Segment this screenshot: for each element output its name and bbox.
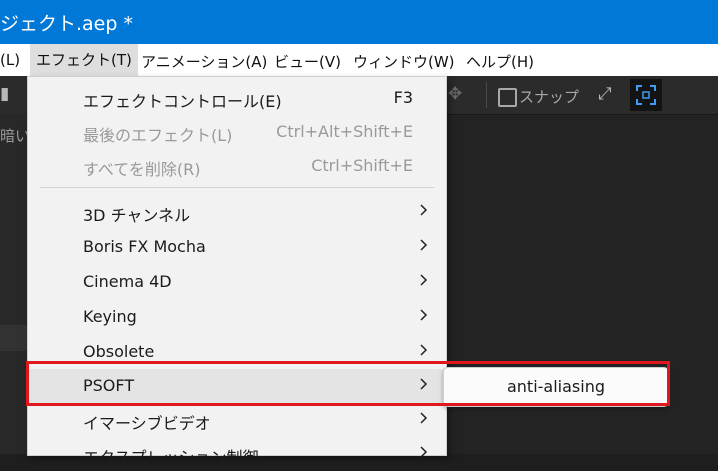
left-panel-text: 暗い bbox=[0, 127, 31, 145]
menu-item-label: Keying bbox=[83, 307, 137, 326]
chevron-right-icon bbox=[420, 309, 428, 321]
menu-item-label: すべてを削除(R) bbox=[83, 160, 201, 179]
menu-item-remove-all: すべてを削除(R) Ctrl+Shift+E bbox=[28, 149, 446, 183]
menu-window[interactable]: ウィンドウ(W) bbox=[353, 51, 455, 72]
window-title: ジェクト.aep * bbox=[0, 13, 133, 35]
menu-item-cinema-4d[interactable]: Cinema 4D bbox=[28, 265, 446, 299]
menu-item-immersive-video[interactable]: イマーシブビデオ bbox=[28, 403, 446, 437]
left-panel bbox=[0, 114, 28, 454]
hand-tool-icon[interactable]: ▮ bbox=[0, 84, 9, 104]
toolbar-divider bbox=[486, 82, 487, 108]
chevron-right-icon bbox=[420, 446, 428, 458]
menu-item-boris-fx-mocha[interactable]: Boris FX Mocha bbox=[28, 230, 446, 264]
chevron-right-icon bbox=[420, 344, 428, 356]
left-panel-strip bbox=[0, 325, 28, 351]
chevron-right-icon bbox=[420, 204, 428, 216]
snap-target-icon bbox=[636, 85, 656, 105]
menu-separator bbox=[40, 187, 434, 188]
menu-item-label: Cinema 4D bbox=[83, 272, 172, 291]
menu-view[interactable]: ビュー(V) bbox=[274, 51, 341, 72]
menu-bar: (L) エフェクト(T) アニメーション(A) ビュー(V) ウィンドウ(W) … bbox=[0, 44, 718, 76]
menu-item-label: イマーシブビデオ bbox=[83, 414, 211, 433]
menu-item-last-effect: 最後のエフェクト(L) Ctrl+Alt+Shift+E bbox=[28, 115, 446, 149]
menu-effect[interactable]: エフェクト(T) bbox=[30, 44, 138, 76]
snap-checkbox[interactable] bbox=[498, 88, 517, 107]
chevron-right-icon bbox=[420, 239, 428, 251]
menu-item-label: 最後のエフェクト(L) bbox=[83, 126, 233, 145]
title-bar: ジェクト.aep * bbox=[0, 0, 718, 44]
expand-arrow-icon[interactable]: ⤢ bbox=[598, 84, 612, 104]
menu-item-keying[interactable]: Keying bbox=[28, 300, 446, 334]
menu-help[interactable]: ヘルプ(H) bbox=[466, 51, 534, 72]
snap-target-button[interactable] bbox=[630, 79, 662, 111]
menu-item-shortcut: Ctrl+Shift+E bbox=[311, 156, 413, 175]
menu-item-label: 3D チャンネル bbox=[83, 206, 191, 225]
menu-item-shortcut: F3 bbox=[393, 88, 413, 107]
menu-item-label: Obsolete bbox=[83, 342, 155, 361]
chevron-right-icon bbox=[420, 274, 428, 286]
menu-item-3d-channel[interactable]: 3D チャンネル bbox=[28, 195, 446, 229]
chevron-right-icon bbox=[420, 412, 428, 424]
menu-item-label: エクスプレッション制御 bbox=[83, 448, 259, 467]
snap-label: スナップ bbox=[519, 88, 580, 106]
menu-item-label: Boris FX Mocha bbox=[83, 237, 206, 256]
menu-item-expression-controls[interactable]: エクスプレッション制御 bbox=[28, 437, 446, 471]
annotation-highlight-box bbox=[26, 361, 670, 406]
menu-item-effect-controls[interactable]: エフェクトコントロール(E) F3 bbox=[28, 81, 446, 115]
pin-tool-icon[interactable]: ✥ bbox=[448, 84, 462, 104]
menu-animation[interactable]: アニメーション(A) bbox=[141, 51, 267, 72]
menu-layer[interactable]: (L) bbox=[0, 51, 20, 69]
menu-item-label: エフェクトコントロール(E) bbox=[83, 92, 282, 111]
menu-item-shortcut: Ctrl+Alt+Shift+E bbox=[276, 122, 413, 141]
